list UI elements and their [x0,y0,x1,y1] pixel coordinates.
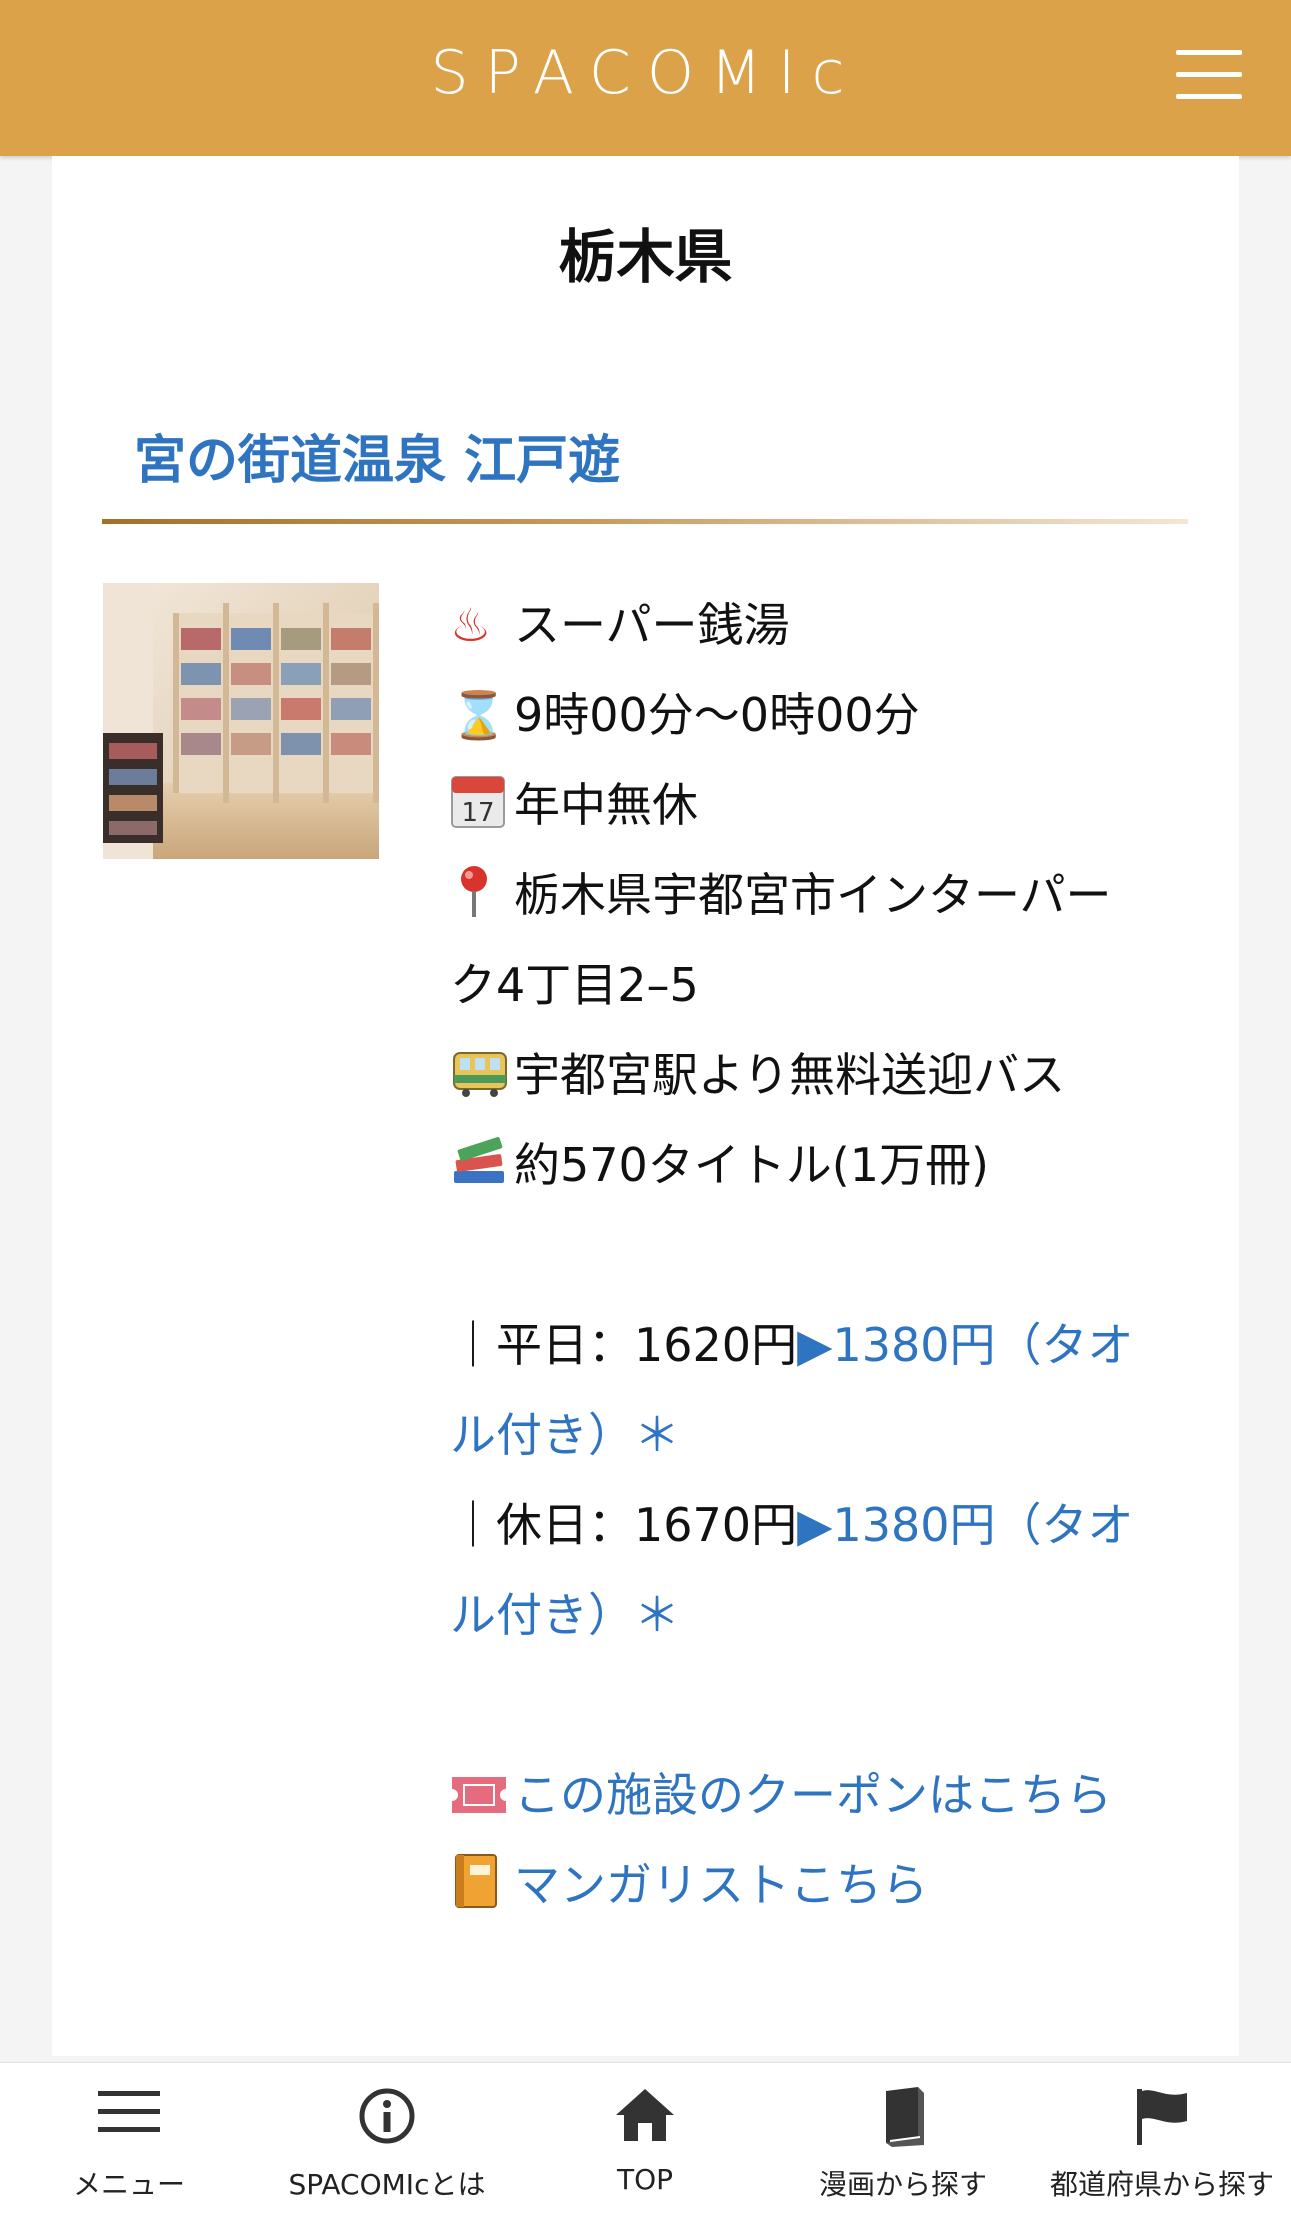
opening-hours-text: 9時00分〜0時00分 [514,688,920,742]
manga-list-link-row[interactable]: マンガリストこちら [450,1853,928,1917]
coupon-link[interactable]: この施設のクーポンはこちら [514,1768,1112,1822]
nav-search-by-manga[interactable]: 漫画から探す [774,2063,1032,2214]
nav-prefecture-label: 都道府県から探す [1049,2168,1274,2201]
hot-spring-icon: ♨ [450,598,492,652]
flag-icon [1135,2087,1189,2151]
address-line-2: ク4丁目2–5 [450,958,699,1012]
arrow-right-icon: ▶ [797,1318,833,1372]
page-title: 栃木県 [558,223,733,291]
pin-icon [450,863,514,927]
hourglass-icon: ⌛ [450,688,508,742]
address-line-2-wrap: ク4丁目2–5 [450,953,699,1017]
bottom-nav: メニュー SPACOMIcとは TOP 漫画から探す 都道府県から探す [0,2062,1291,2214]
nav-menu[interactable]: メニュー [0,2063,258,2214]
address: 栃木県宇都宮市インターパー [450,863,1112,927]
hamburger-icon[interactable] [1176,50,1242,100]
site-logo[interactable]: SPACOMIc [0,38,1291,108]
calendar-icon: 17 [450,773,514,837]
ticket-icon [450,1763,514,1827]
manga-list-link[interactable]: マンガリストこちら [514,1858,928,1912]
holiday-text: 年中無休 [514,778,698,832]
weekday-regular-price: 1620円 [634,1318,798,1372]
nav-top-label: TOP [616,2163,674,2196]
nav-manga-label: 漫画から探す [818,2168,987,2201]
title-underline [102,519,1188,524]
address-line-1: 栃木県宇都宮市インターパー [514,868,1112,922]
holiday-info: 17 年中無休 [450,773,698,837]
nav-menu-label: メニュー [72,2168,185,2201]
weekday-discount-price: 1380円（タオ [832,1318,1134,1372]
facility-photo[interactable] [103,583,379,859]
nav-about[interactable]: SPACOMIcとは [258,2063,516,2214]
info-icon [358,2087,416,2149]
coupon-link-row[interactable]: この施設のクーポンはこちら [450,1763,1112,1827]
tram-icon [450,1043,514,1107]
facility-type: ♨ スーパー銭湯 [450,593,790,657]
facility-name[interactable]: 宮の街道温泉 江戸遊 [134,418,620,493]
facility-type-text: スーパー銭湯 [514,598,790,652]
nav-search-by-prefecture[interactable]: 都道府県から探す [1033,2063,1291,2214]
holiday-discount-price: 1380円（タオ [832,1498,1134,1552]
titles-text: 約570タイトル(1万冊) [514,1138,989,1192]
weekday-label: ｜平日： [450,1318,634,1372]
holiday-regular-price: 1670円 [634,1498,798,1552]
books-icon [450,1133,514,1197]
holiday-discount-cont: ル付き）＊ [450,1588,680,1642]
book-icon [878,2087,928,2151]
opening-hours: ⌛ 9時00分〜0時00分 [450,683,920,747]
home-icon [614,2087,676,2147]
menu-icon [98,2087,160,2141]
holiday-price: ｜休日：1670円▶1380円（タオ [450,1493,1134,1557]
nav-top[interactable]: TOP [516,2063,774,2214]
app-header: SPACOMIc [0,0,1291,156]
holiday-label: ｜休日： [450,1498,634,1552]
svg-text:17: 17 [461,798,494,828]
notebook-icon [450,1853,514,1917]
weekday-discount-cont: ル付き）＊ [450,1408,680,1462]
titles-info: 約570タイトル(1万冊) [450,1133,989,1197]
access-text: 宇都宮駅より無料送迎バス [514,1048,1066,1102]
arrow-right-icon: ▶ [797,1498,833,1552]
nav-about-label: SPACOMIcとは [288,2168,486,2201]
access-info: 宇都宮駅より無料送迎バス [450,1043,1065,1107]
weekday-price: ｜平日：1620円▶1380円（タオ [450,1313,1134,1377]
